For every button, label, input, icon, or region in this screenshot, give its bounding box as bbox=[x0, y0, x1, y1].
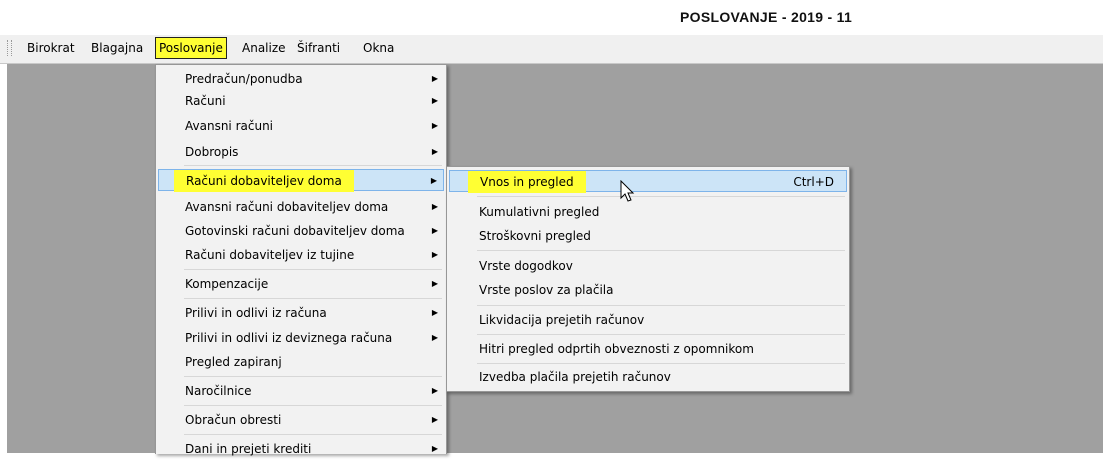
menu-item-racuni-iz-tujine[interactable]: Računi dobaviteljev iz tujine ▶ bbox=[158, 244, 444, 266]
menu-item-avansni-racuni[interactable]: Avansni računi ▶ bbox=[158, 115, 444, 137]
submenu-arrow-icon: ▶ bbox=[431, 386, 438, 395]
menu-item-kumulativni-pregled[interactable]: Kumulativni pregled bbox=[449, 201, 847, 223]
menu-birokrat[interactable]: Birokrat bbox=[24, 40, 78, 57]
menu-item-likvidacija[interactable]: Likvidacija prejetih računov bbox=[449, 309, 847, 331]
submenu-arrow-icon: ▶ bbox=[431, 147, 438, 156]
title-bar: POSLOVANJE - 2019 - 11 bbox=[0, 0, 1103, 34]
menu-item-racuni[interactable]: Računi ▶ bbox=[158, 90, 444, 112]
menu-item-label: Stroškovni pregled bbox=[479, 229, 591, 243]
toolbar-grip-icon[interactable] bbox=[7, 40, 12, 56]
submenu-arrow-icon: ▶ bbox=[431, 226, 438, 235]
racuni-dobaviteljev-flyout: Vnos in pregled Ctrl+D Kumulativni pregl… bbox=[446, 166, 850, 392]
submenu-arrow-icon: ▶ bbox=[431, 202, 438, 211]
menu-item-dobropis[interactable]: Dobropis ▶ bbox=[158, 141, 444, 163]
menu-item-shortcut: Ctrl+D bbox=[793, 175, 834, 189]
window-title: POSLOVANJE - 2019 - 11 bbox=[680, 9, 853, 25]
menu-item-label: Vnos in pregled bbox=[468, 171, 586, 193]
menu-item-stroskovni-pregled[interactable]: Stroškovni pregled bbox=[449, 225, 847, 247]
menu-item-label: Prilivi in odlivi iz računa bbox=[185, 306, 327, 320]
menu-item-label: Pregled zapiranj bbox=[185, 355, 282, 369]
submenu-arrow-icon: ▶ bbox=[431, 308, 438, 317]
menu-item-narocilnice[interactable]: Naročilnice ▶ bbox=[158, 380, 444, 402]
menu-item-label: Kumulativni pregled bbox=[479, 205, 600, 219]
menu-item-label: Predračun/ponudba bbox=[185, 72, 303, 86]
menu-item-vrste-dogodkov[interactable]: Vrste dogodkov bbox=[449, 255, 847, 277]
submenu-arrow-icon: ▶ bbox=[431, 74, 438, 83]
menu-item-prilivi-odlivi[interactable]: Prilivi in odlivi iz računa ▶ bbox=[158, 302, 444, 324]
mouse-pointer-icon bbox=[620, 180, 635, 202]
menu-item-vrste-poslov[interactable]: Vrste poslov za plačila bbox=[449, 279, 847, 301]
menu-separator bbox=[184, 434, 442, 435]
submenu-arrow-icon: ▶ bbox=[431, 121, 438, 130]
menu-item-label: Likvidacija prejetih računov bbox=[479, 313, 645, 327]
menu-sifranti[interactable]: Šifranti bbox=[294, 40, 343, 57]
menu-item-label: Gotovinski računi dobaviteljev doma bbox=[185, 224, 405, 238]
menu-separator bbox=[184, 269, 442, 270]
submenu-arrow-icon: ▶ bbox=[430, 176, 437, 185]
menu-item-label: Računi dobaviteljev iz tujine bbox=[185, 248, 355, 262]
submenu-arrow-icon: ▶ bbox=[431, 250, 438, 259]
menu-item-label: Dani in prejeti krediti bbox=[185, 442, 312, 456]
menu-item-pregled-zapiranj[interactable]: Pregled zapiranj bbox=[158, 351, 444, 373]
menu-item-label: Prilivi in odlivi iz deviznega računa bbox=[185, 331, 393, 345]
poslovanje-dropdown: Predračun/ponudba ▶ Računi ▶ Avansni rač… bbox=[155, 64, 447, 456]
menu-separator bbox=[477, 334, 845, 335]
submenu-arrow-icon: ▶ bbox=[431, 333, 438, 342]
menu-analize[interactable]: Analize bbox=[239, 40, 289, 57]
submenu-arrow-icon: ▶ bbox=[431, 444, 438, 453]
menu-item-hitri-pregled[interactable]: Hitri pregled odprtih obveznosti z opomn… bbox=[449, 338, 847, 360]
submenu-arrow-icon: ▶ bbox=[431, 279, 438, 288]
menu-item-prilivi-odlivi-devizni[interactable]: Prilivi in odlivi iz deviznega računa ▶ bbox=[158, 327, 444, 349]
menu-separator bbox=[477, 250, 845, 251]
submenu-arrow-icon: ▶ bbox=[431, 96, 438, 105]
left-edge bbox=[0, 64, 7, 453]
menu-poslovanje[interactable]: Poslovanje bbox=[155, 37, 227, 59]
menu-item-label: Obračun obresti bbox=[185, 413, 282, 427]
menu-okna[interactable]: Okna bbox=[360, 40, 397, 57]
submenu-arrow-icon: ▶ bbox=[431, 415, 438, 424]
menu-item-obracun-obresti[interactable]: Obračun obresti ▶ bbox=[158, 409, 444, 431]
menu-item-label: Avansni računi bbox=[185, 119, 274, 133]
menu-item-avansni-racuni-dobaviteljev[interactable]: Avansni računi dobaviteljev doma ▶ bbox=[158, 196, 444, 218]
menu-item-gotovinski-racuni[interactable]: Gotovinski računi dobaviteljev doma ▶ bbox=[158, 220, 444, 242]
menu-item-label: Kompenzacije bbox=[185, 277, 269, 291]
menu-item-dani-prejeti-krediti[interactable]: Dani in prejeti krediti ▶ bbox=[158, 438, 444, 460]
menu-item-racuni-dobaviteljev-doma[interactable]: Računi dobaviteljev doma ▶ bbox=[158, 169, 444, 192]
menu-item-label: Vrste dogodkov bbox=[479, 259, 573, 273]
menu-bar: Birokrat Blagajna Poslovanje Analize Šif… bbox=[0, 35, 1103, 64]
menu-separator bbox=[184, 298, 442, 299]
menu-item-kompenzacije[interactable]: Kompenzacije ▶ bbox=[158, 273, 444, 295]
menu-separator bbox=[184, 165, 442, 166]
menu-item-predracun[interactable]: Predračun/ponudba ▶ bbox=[158, 68, 444, 90]
menu-item-izvedba-placila[interactable]: Izvedba plačila prejetih računov bbox=[449, 366, 847, 388]
menu-item-label: Avansni računi dobaviteljev doma bbox=[185, 200, 389, 214]
menu-separator bbox=[477, 305, 845, 306]
menu-item-label: Naročilnice bbox=[185, 384, 252, 398]
menu-item-label: Izvedba plačila prejetih računov bbox=[479, 370, 671, 384]
menu-item-label: Računi dobaviteljev doma bbox=[174, 170, 354, 192]
menu-item-label: Hitri pregled odprtih obveznosti z opomn… bbox=[479, 342, 754, 356]
menu-blagajna[interactable]: Blagajna bbox=[88, 40, 146, 57]
menu-separator bbox=[477, 196, 845, 197]
menu-separator bbox=[184, 376, 442, 377]
menu-item-label: Dobropis bbox=[185, 145, 239, 159]
menu-separator bbox=[477, 363, 845, 364]
menu-item-vnos-in-pregled[interactable]: Vnos in pregled Ctrl+D bbox=[449, 170, 847, 193]
menu-item-label: Vrste poslov za plačila bbox=[479, 283, 614, 297]
menu-item-label: Računi bbox=[185, 94, 226, 108]
menu-separator bbox=[184, 405, 442, 406]
